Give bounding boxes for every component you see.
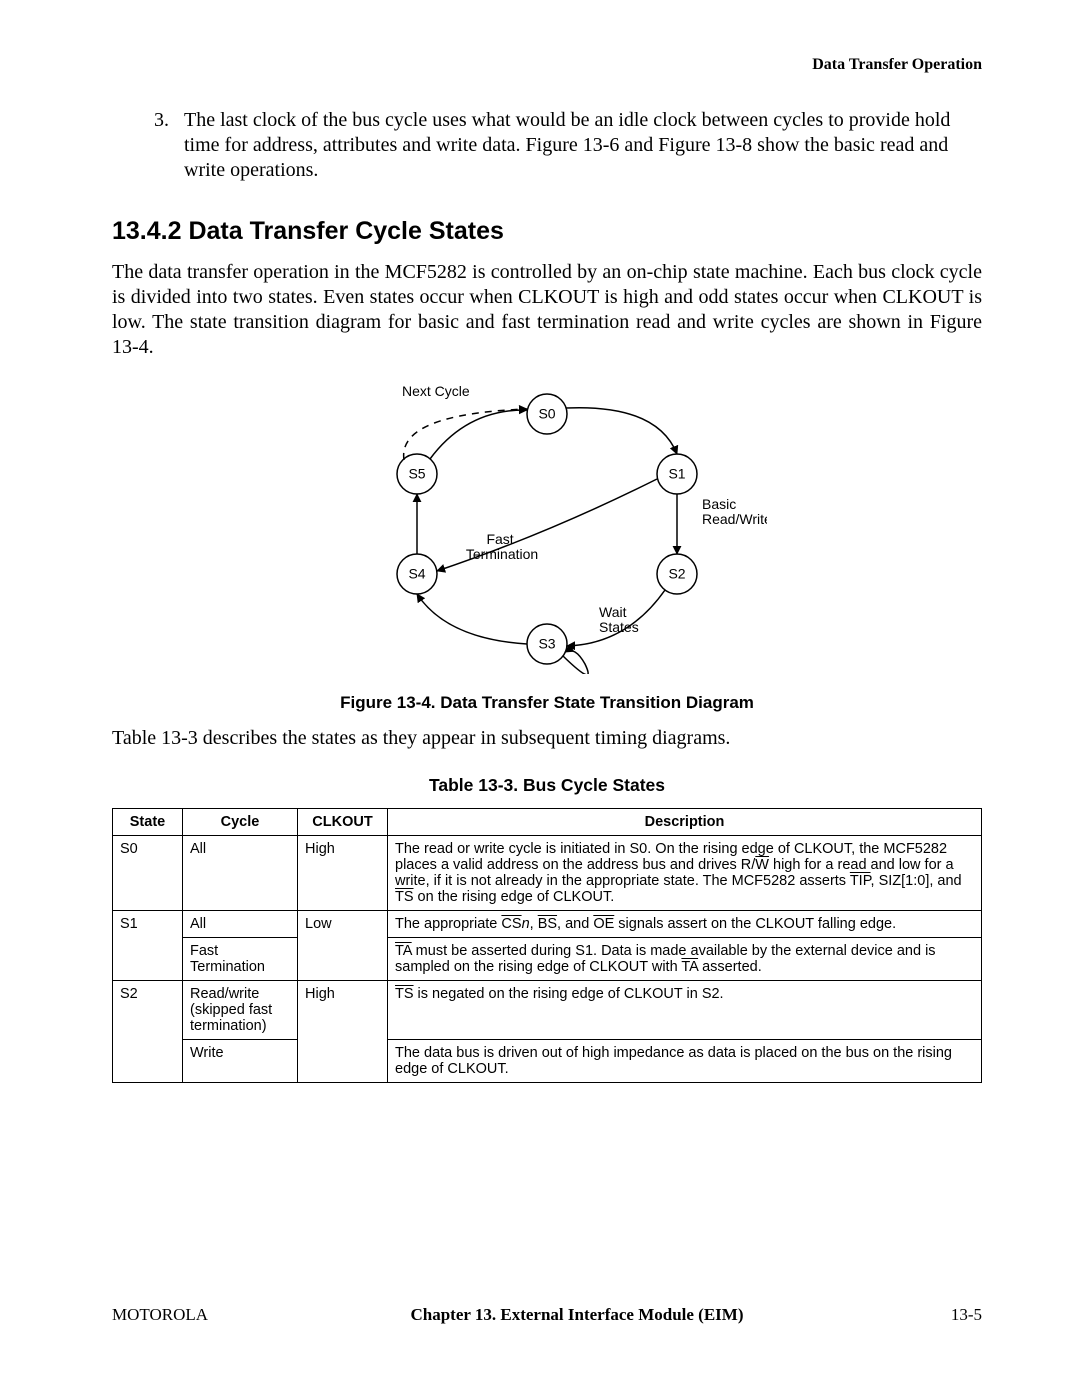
state-label-s5: S5 — [408, 466, 425, 482]
table-row: Write The data bus is driven out of high … — [113, 1040, 982, 1083]
table-caption: Table 13-3. Bus Cycle States — [112, 775, 982, 796]
col-clkout: CLKOUT — [298, 809, 388, 836]
diagram-label-wait-states: Wait States — [599, 604, 639, 635]
cell-clkout: Low — [298, 911, 388, 981]
state-label-s2: S2 — [668, 566, 685, 582]
table-row: S1AllLowThe appropriate CSn, BS, and OE … — [113, 911, 982, 938]
state-label-s1: S1 — [668, 466, 685, 482]
table-header-row: State Cycle CLKOUT Description — [113, 809, 982, 836]
cell-clkout: High — [298, 836, 388, 911]
table-row: S0AllHighThe read or write cycle is init… — [113, 836, 982, 911]
col-state: State — [113, 809, 183, 836]
cell-state: S2 — [113, 981, 183, 1083]
diagram-label-basic-rw: Basic Read/Write — [702, 496, 767, 527]
col-cycle: Cycle — [183, 809, 298, 836]
diagram-label-fast-term: Fast Termination — [466, 531, 538, 562]
footer-left: MOTOROLA — [112, 1305, 232, 1325]
cell-state: S1 — [113, 911, 183, 981]
cell-description: The read or write cycle is initiated in … — [388, 836, 982, 911]
list-number: 3. — [154, 108, 172, 183]
footer-right: 13-5 — [922, 1305, 982, 1325]
state-diagram-svg: S0 S1 S2 S3 S4 S5 — [327, 384, 767, 674]
cell-description: TS is negated on the rising edge of CLKO… — [388, 981, 982, 1040]
figure-13-4: S0 S1 S2 S3 S4 S5 — [327, 384, 767, 679]
cell-description: The data bus is driven out of high imped… — [388, 1040, 982, 1083]
cell-description: TA must be asserted during S1. Data is m… — [388, 938, 982, 981]
page-footer: MOTOROLA Chapter 13. External Interface … — [112, 1305, 982, 1325]
body-paragraph-1: The data transfer operation in the MCF52… — [112, 260, 982, 360]
cell-state: S0 — [113, 836, 183, 911]
running-head: Data Transfer Operation — [112, 56, 982, 74]
numbered-list-item-3: 3. The last clock of the bus cycle uses … — [154, 108, 982, 183]
body-paragraph-2: Table 13-3 describes the states as they … — [112, 725, 982, 751]
table-13-3: State Cycle CLKOUT Description S0AllHigh… — [112, 808, 982, 1083]
state-label-s0: S0 — [538, 406, 555, 422]
cell-clkout: High — [298, 981, 388, 1083]
figure-caption: Figure 13-4. Data Transfer State Transit… — [112, 693, 982, 713]
col-desc: Description — [388, 809, 982, 836]
list-text: The last clock of the bus cycle uses wha… — [184, 108, 982, 183]
state-label-s3: S3 — [538, 636, 555, 652]
cell-description: The appropriate CSn, BS, and OE signals … — [388, 911, 982, 938]
diagram-label-next-cycle: Next Cycle — [402, 384, 470, 399]
cell-cycle: All — [183, 911, 298, 938]
cell-cycle: Read/write (skipped fast termination) — [183, 981, 298, 1040]
state-label-s4: S4 — [408, 566, 425, 582]
cell-cycle: Write — [183, 1040, 298, 1083]
table-row: Fast Termination TA must be asserted duri… — [113, 938, 982, 981]
cell-cycle: All — [183, 836, 298, 911]
cell-cycle: Fast Termination — [183, 938, 298, 981]
footer-center: Chapter 13. External Interface Module (E… — [232, 1305, 922, 1325]
section-heading: 13.4.2 Data Transfer Cycle States — [112, 217, 982, 246]
table-row: S2Read/write (skipped fast termination)H… — [113, 981, 982, 1040]
